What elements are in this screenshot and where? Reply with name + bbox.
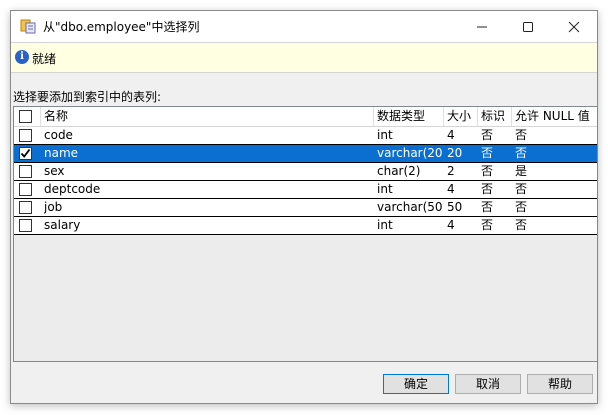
cell-nullable: 否: [515, 146, 528, 160]
cell-type: varchar(20): [377, 146, 443, 160]
app-icon: [20, 19, 36, 34]
cell-nullable: 否: [515, 128, 528, 142]
cell-identity: 否: [481, 182, 494, 196]
cell-name: name: [44, 146, 79, 160]
row-checkbox[interactable]: [19, 183, 32, 196]
row-checkbox[interactable]: [19, 201, 32, 214]
cell-nullable: 是: [515, 164, 528, 178]
cell-size: 50: [447, 200, 463, 214]
help-button[interactable]: 帮助: [527, 374, 593, 394]
ok-button[interactable]: 确定: [383, 374, 449, 394]
table-row[interactable]: deptcode int 4 否 否: [14, 181, 597, 199]
cancel-button[interactable]: 取消: [455, 374, 521, 394]
grid-header: 名称 数据类型 大小 标识 允许 NULL 值: [14, 107, 597, 127]
cell-identity: 否: [481, 164, 494, 178]
table-row[interactable]: salary int 4 否 否: [14, 217, 597, 235]
cell-size: 4: [447, 182, 455, 196]
cell-name: code: [44, 128, 73, 142]
table-row[interactable]: job varchar(50) 50 否 否: [14, 199, 597, 217]
header-identity[interactable]: 标识: [478, 107, 512, 126]
cell-name: sex: [44, 164, 65, 178]
columns-grid: 名称 数据类型 大小 标识 允许 NULL 值 code int 4 否否 name va…: [13, 106, 598, 362]
maximize-icon: [523, 21, 533, 32]
table-row[interactable]: sex char(2) 2 否 是: [14, 163, 597, 181]
header-nullable[interactable]: 允许 NULL 值: [512, 107, 597, 126]
cell-name: salary: [44, 218, 81, 232]
close-button[interactable]: [551, 11, 597, 42]
window-title: 从"dbo.employee"中选择列: [43, 20, 200, 34]
cell-type: int: [377, 182, 393, 196]
cell-name: deptcode: [44, 182, 101, 196]
cell-type: varchar(50): [377, 200, 443, 214]
select-all-checkbox[interactable]: [19, 110, 32, 123]
cell-size: 4: [447, 218, 455, 232]
cell-identity: 否: [481, 146, 494, 160]
cell-name: job: [44, 200, 63, 214]
header-size[interactable]: 大小: [444, 107, 478, 126]
cell-type: char(2): [377, 164, 421, 178]
check-icon: [20, 148, 31, 158]
cell-nullable: 否: [515, 218, 528, 232]
cell-identity: 否: [481, 218, 494, 232]
maximize-button[interactable]: [505, 11, 551, 42]
row-checkbox[interactable]: [19, 147, 32, 160]
table-row[interactable]: name varchar(20) 20 否 否: [14, 145, 597, 163]
cell-nullable: 否: [515, 182, 528, 196]
cell-size: 4: [447, 128, 455, 142]
title-bar[interactable]: 从"dbo.employee"中选择列: [11, 11, 597, 42]
header-type[interactable]: 数据类型: [374, 107, 444, 126]
cell-nullable: 否: [515, 200, 528, 214]
minimize-button[interactable]: [459, 11, 505, 42]
header-checkbox-cell: [14, 107, 41, 126]
table-row[interactable]: code int 4 否 否: [14, 127, 597, 145]
row-checkbox[interactable]: [19, 219, 32, 232]
close-icon: [568, 21, 580, 32]
header-name[interactable]: 名称: [41, 107, 374, 126]
minimize-icon: [477, 26, 487, 27]
cell-identity: 否: [481, 200, 494, 214]
dialog-window: 从"dbo.employee"中选择列 i 就绪 选择要添加到索引中的表列: 名…: [10, 10, 598, 404]
cell-type: int: [377, 218, 393, 232]
status-text: 就绪: [32, 52, 57, 66]
cell-size: 20: [447, 146, 463, 160]
info-icon: i: [15, 50, 29, 64]
cell-identity: 否: [481, 128, 494, 142]
cell-size: 2: [447, 164, 455, 178]
cell-type: int: [377, 128, 393, 142]
status-bar: i 就绪: [11, 42, 597, 73]
row-checkbox[interactable]: [19, 129, 32, 142]
row-checkbox[interactable]: [19, 165, 32, 178]
prompt-label: 选择要添加到索引中的表列:: [13, 90, 162, 104]
